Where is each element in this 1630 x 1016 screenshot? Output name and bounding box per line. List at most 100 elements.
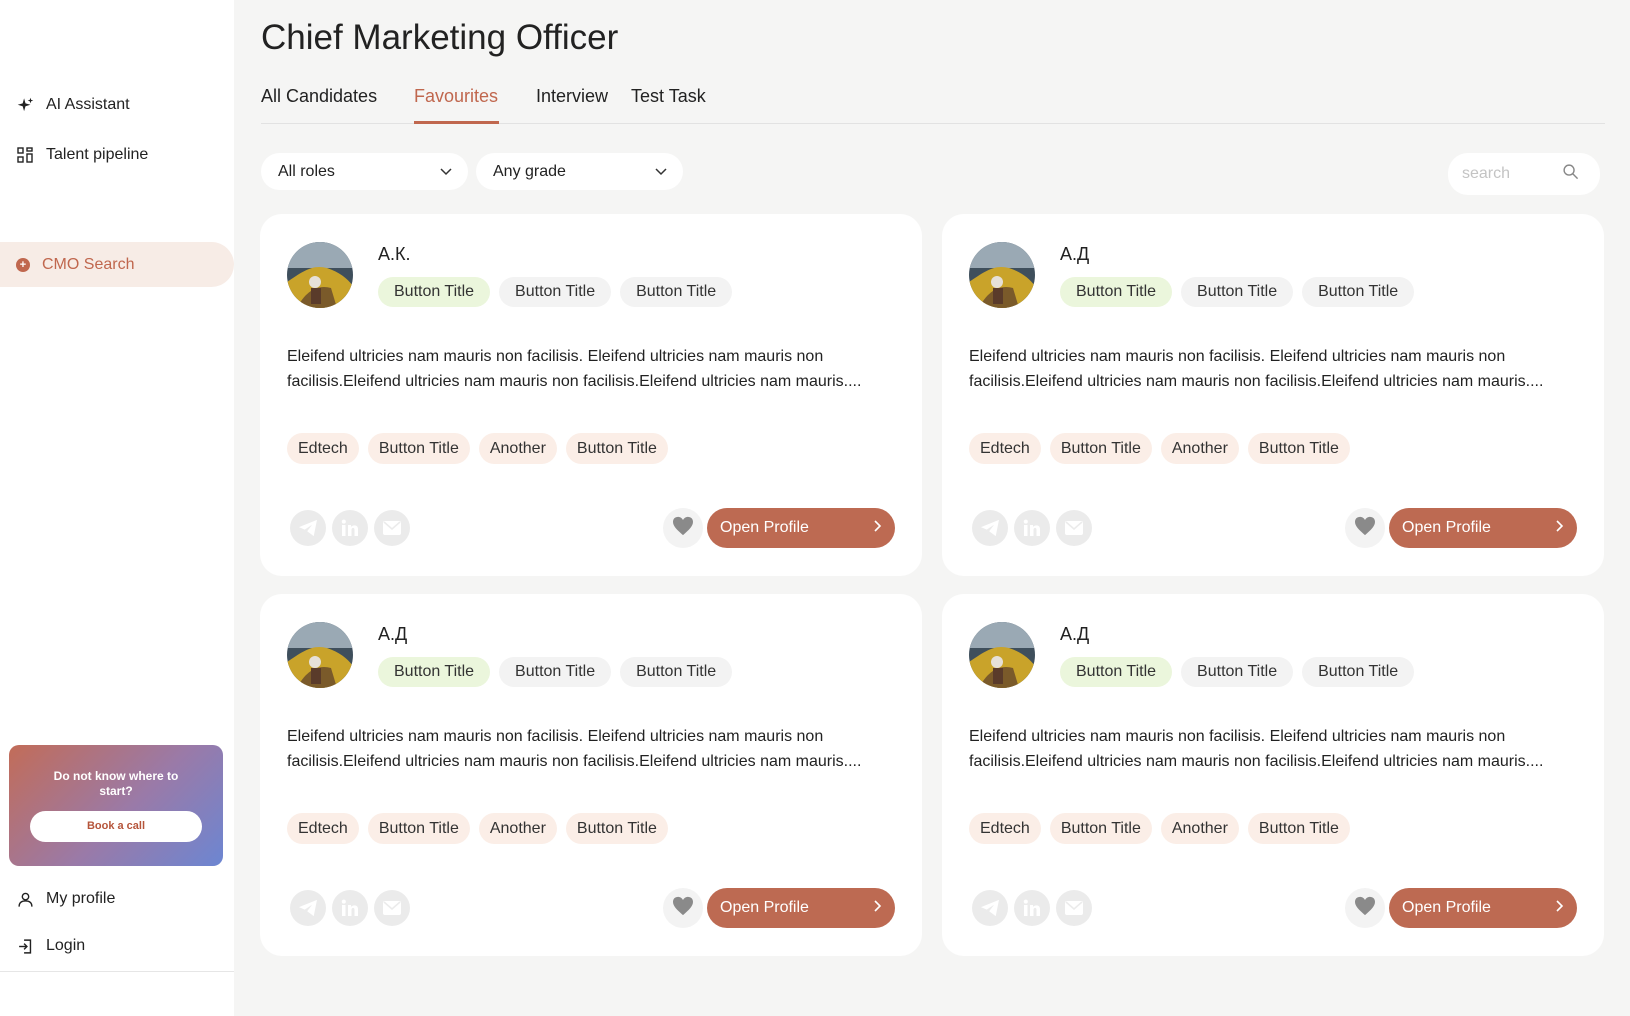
chevron-right-icon — [874, 899, 882, 917]
candidate-chip[interactable]: Button Title — [378, 277, 491, 307]
favourite-button[interactable] — [663, 508, 703, 548]
candidate-chip[interactable]: Button Title — [1302, 277, 1415, 307]
open-profile-button[interactable]: Open Profile — [707, 508, 895, 548]
linkedin-icon[interactable] — [332, 890, 368, 926]
candidate-chip[interactable]: Button Title — [499, 277, 612, 307]
telegram-icon[interactable] — [290, 890, 326, 926]
candidate-description: Eleifend ultricies nam mauris non facili… — [287, 348, 862, 390]
candidate-tag: Button Title — [1247, 813, 1350, 844]
search-input[interactable] — [1462, 165, 1562, 183]
tab-favourites[interactable]: Favourites — [414, 86, 498, 107]
candidate-tag: Edtech — [287, 433, 359, 464]
telegram-icon[interactable] — [290, 510, 326, 546]
heart-icon — [672, 896, 694, 921]
candidate-chip[interactable]: Button Title — [1060, 277, 1173, 307]
email-icon[interactable] — [1056, 890, 1092, 926]
active-tab-indicator — [414, 121, 499, 124]
candidate-tag: Edtech — [969, 433, 1041, 464]
heart-icon — [672, 516, 694, 541]
social-links — [972, 890, 1092, 926]
search-icon[interactable] — [1562, 163, 1579, 185]
sidebar-item-ai-assistant[interactable]: AI Assistant — [16, 96, 130, 114]
heart-icon — [1354, 516, 1376, 541]
favourite-button[interactable] — [1345, 508, 1385, 548]
social-links — [290, 890, 410, 926]
candidate-chip[interactable]: Button Title — [499, 657, 612, 687]
role-select[interactable]: All roles — [261, 153, 468, 190]
candidate-tags: Edtech Button Title Another Button Title — [287, 813, 668, 844]
sidebar-item-label: Talent pipeline — [46, 146, 149, 163]
candidate-card: А.Д Button Title Button Title Button Tit… — [942, 594, 1604, 956]
open-profile-label: Open Profile — [720, 899, 809, 916]
sidebar-item-label: My profile — [46, 890, 116, 907]
candidate-tags: Edtech Button Title Another Button Title — [287, 433, 668, 464]
avatar — [969, 622, 1035, 688]
sidebar-item-talent-pipeline[interactable]: Talent pipeline — [16, 146, 148, 164]
candidate-chip[interactable]: Button Title — [378, 657, 491, 687]
candidate-tag: Edtech — [969, 813, 1041, 844]
candidate-tags: Edtech Button Title Another Button Title — [969, 813, 1350, 844]
linkedin-icon[interactable] — [332, 510, 368, 546]
telegram-icon[interactable] — [972, 510, 1008, 546]
chevron-down-icon — [440, 163, 452, 181]
sidebar-item-label: AI Assistant — [46, 96, 130, 113]
plus-circle-icon: + — [16, 257, 30, 272]
open-profile-button[interactable]: Open Profile — [1389, 508, 1577, 548]
open-profile-label: Open Profile — [720, 519, 809, 536]
candidate-chip[interactable]: Button Title — [620, 657, 733, 687]
tab-bar: All Candidates Favourites Interview Test… — [261, 84, 1605, 124]
candidate-chip[interactable]: Button Title — [1060, 657, 1173, 687]
grade-select-value: Any grade — [493, 162, 566, 180]
tab-interview[interactable]: Interview — [536, 86, 608, 107]
linkedin-icon[interactable] — [1014, 510, 1050, 546]
candidate-tag: Button Title — [367, 433, 470, 464]
social-links — [290, 510, 410, 546]
candidate-tag: Button Title — [1247, 433, 1350, 464]
sidebar-item-label: Login — [46, 937, 86, 954]
candidate-chip[interactable]: Button Title — [1181, 277, 1294, 307]
book-call-button[interactable]: Book a call — [30, 811, 202, 842]
promo-card: Do not know where to start? Book a call — [9, 745, 223, 866]
telegram-icon[interactable] — [972, 890, 1008, 926]
candidate-tag: Edtech — [287, 813, 359, 844]
candidate-card: А.Д Button Title Button Title Button Tit… — [942, 214, 1604, 576]
email-icon[interactable] — [374, 510, 410, 546]
candidate-tag: Button Title — [367, 813, 470, 844]
promo-text: Do not know where to start? — [53, 769, 179, 798]
chevron-right-icon — [1556, 899, 1564, 917]
candidate-chip[interactable]: Button Title — [1181, 657, 1294, 687]
candidate-tag: Button Title — [1049, 813, 1152, 844]
sidebar-item-my-profile[interactable]: My profile — [16, 890, 115, 908]
grade-select[interactable]: Any grade — [476, 153, 683, 190]
sidebar-item-cmo-search[interactable]: + CMO Search — [0, 242, 234, 287]
candidate-tag: Another — [478, 433, 557, 464]
tab-all-candidates[interactable]: All Candidates — [261, 86, 377, 107]
avatar — [287, 242, 353, 308]
candidate-tag: Button Title — [565, 433, 668, 464]
linkedin-icon[interactable] — [1014, 890, 1050, 926]
tab-test-task[interactable]: Test Task — [631, 86, 706, 107]
avatar — [969, 242, 1035, 308]
sidebar-item-login[interactable]: Login — [16, 937, 85, 955]
favourite-button[interactable] — [663, 888, 703, 928]
favourite-button[interactable] — [1345, 888, 1385, 928]
sidebar: AI Assistant Talent pipeline + CMO Searc… — [0, 0, 234, 1016]
candidate-chip[interactable]: Button Title — [620, 277, 733, 307]
open-profile-button[interactable]: Open Profile — [1389, 888, 1577, 928]
main-content: Chief Marketing Officer All Candidates F… — [234, 0, 1630, 1016]
candidate-name: А.Д — [1060, 624, 1090, 644]
user-icon — [16, 890, 34, 908]
sidebar-divider — [0, 971, 234, 972]
email-icon[interactable] — [374, 890, 410, 926]
grid-icon — [16, 146, 34, 164]
candidate-description: Eleifend ultricies nam mauris non facili… — [287, 728, 862, 770]
candidate-tag: Button Title — [1049, 433, 1152, 464]
open-profile-button[interactable]: Open Profile — [707, 888, 895, 928]
candidate-name: А.К. — [378, 244, 411, 264]
sidebar-item-label: CMO Search — [42, 255, 135, 273]
candidate-card: А.Д Button Title Button Title Button Tit… — [260, 594, 922, 956]
candidate-chips: Button Title Button Title Button Title — [1060, 277, 1415, 307]
candidate-chip[interactable]: Button Title — [1302, 657, 1415, 687]
candidate-chips: Button Title Button Title Button Title — [1060, 657, 1415, 687]
email-icon[interactable] — [1056, 510, 1092, 546]
